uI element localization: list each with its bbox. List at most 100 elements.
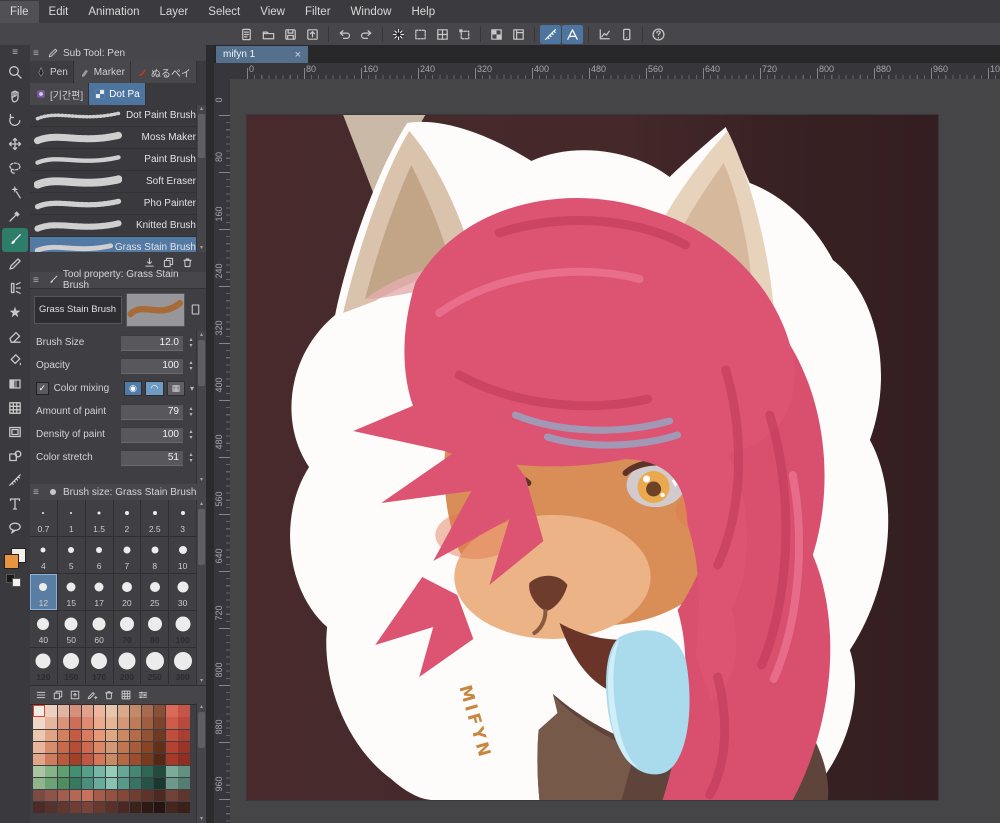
color-swatch[interactable] <box>33 717 45 729</box>
color-swatch[interactable] <box>166 753 178 765</box>
color-swatch[interactable] <box>142 765 154 778</box>
trash-button[interactable] <box>181 256 194 269</box>
color-swatch[interactable] <box>57 741 69 753</box>
tool-gradient[interactable] <box>2 372 28 396</box>
stepper[interactable]: ▴ ▾ <box>186 360 196 372</box>
transform-button[interactable] <box>454 25 475 44</box>
foreground-color-swatch[interactable] <box>4 554 19 569</box>
color-swatch[interactable] <box>130 777 142 790</box>
color-swatch[interactable] <box>130 789 142 802</box>
color-swatch[interactable] <box>69 765 81 778</box>
brush-size-scrollbar[interactable]: ▴ ▾ <box>196 500 206 685</box>
tool-strip-menu-icon[interactable]: ≡ <box>0 45 30 60</box>
brush-size-50[interactable]: 50 <box>57 611 85 647</box>
color-swatch[interactable] <box>166 802 178 814</box>
tool-table-grid[interactable] <box>2 396 28 420</box>
color-swatch[interactable] <box>69 789 81 802</box>
color-swatch[interactable] <box>154 789 166 802</box>
new-file-button[interactable] <box>236 25 257 44</box>
color-swatch[interactable] <box>130 765 142 778</box>
color-swatch[interactable] <box>45 741 57 753</box>
brush-size-1.5[interactable]: 1.5 <box>85 500 113 536</box>
brush-size-6[interactable]: 6 <box>85 537 113 573</box>
color-swatch[interactable] <box>45 753 57 765</box>
color-swatch[interactable] <box>33 705 45 717</box>
color-swatch[interactable] <box>45 717 57 729</box>
brush-size-120[interactable]: 120 <box>30 648 57 684</box>
menu-animation[interactable]: Animation <box>78 1 149 23</box>
color-swatch[interactable] <box>105 705 118 717</box>
brush-size-5[interactable]: 5 <box>57 537 85 573</box>
subtool-tab-item[interactable]: [기간편] <box>30 83 90 105</box>
color-swatch[interactable] <box>69 717 81 729</box>
color-swatch[interactable] <box>57 789 69 802</box>
color-swatch[interactable] <box>93 705 106 717</box>
color-swatch[interactable] <box>93 753 106 765</box>
color-swatch[interactable] <box>93 729 106 741</box>
color-swatch[interactable] <box>33 729 45 741</box>
menu-help[interactable]: Help <box>401 1 445 23</box>
color-swatch[interactable] <box>81 777 93 790</box>
brush-size-30[interactable]: 30 <box>169 574 196 610</box>
color-swatch[interactable] <box>117 765 130 778</box>
color-swatch[interactable] <box>81 789 93 802</box>
property-slider-opacity[interactable]: 100 <box>121 357 183 374</box>
artwork-canvas[interactable]: MIFYN <box>247 115 938 800</box>
color-swatch[interactable] <box>105 729 118 741</box>
subtool-tab-marker[interactable]: Marker <box>73 61 131 83</box>
subtool-tab-pen[interactable]: Pen <box>30 61 74 83</box>
color-swatch[interactable] <box>93 765 106 778</box>
color-swatch[interactable] <box>166 777 178 790</box>
mix-mode-button[interactable]: ◉ <box>123 381 143 396</box>
brush-item-knitted-brush[interactable]: Knitted Brush <box>30 215 206 237</box>
color-swatch[interactable] <box>45 765 57 778</box>
pen-add-button[interactable] <box>86 689 98 701</box>
export-file-button[interactable] <box>302 25 323 44</box>
tool-text[interactable] <box>2 492 28 516</box>
color-swatch[interactable] <box>142 717 154 729</box>
download-button[interactable] <box>143 256 156 269</box>
canvas-viewport[interactable]: MIFYN <box>230 79 1000 823</box>
color-swatch[interactable] <box>81 765 93 778</box>
color-swatch[interactable] <box>33 777 45 790</box>
color-swatch[interactable] <box>117 729 130 741</box>
save-file-button[interactable] <box>280 25 301 44</box>
color-swatch[interactable] <box>178 753 190 765</box>
color-swatch[interactable] <box>166 717 178 729</box>
color-swatch[interactable] <box>142 729 154 741</box>
color-swatch[interactable] <box>57 717 69 729</box>
brush-size-12[interactable]: 12 <box>30 574 57 610</box>
color-swatch[interactable] <box>166 741 178 753</box>
brush-size-100[interactable]: 100 <box>169 611 196 647</box>
brush-item-paint-brush[interactable]: Paint Brush <box>30 149 206 171</box>
property-slider-color-stretch[interactable]: 51 <box>121 449 183 466</box>
selected-subtool-chip[interactable]: Grass Stain Brush <box>34 295 123 324</box>
panel-menu-icon[interactable]: ≡ <box>33 275 43 286</box>
up-box-button[interactable] <box>69 689 81 701</box>
tool-frame-border[interactable] <box>2 420 28 444</box>
color-swatch[interactable] <box>154 753 166 765</box>
color-swatch[interactable] <box>57 765 69 778</box>
brush-size-200[interactable]: 200 <box>113 648 141 684</box>
color-swatch[interactable] <box>178 765 190 778</box>
color-swatch[interactable] <box>69 705 81 717</box>
menu-select[interactable]: Select <box>198 1 250 23</box>
brush-size-300[interactable]: 300 <box>169 648 196 684</box>
color-swatch[interactable] <box>142 741 154 753</box>
color-swatch[interactable] <box>166 705 178 717</box>
color-swatch[interactable] <box>33 741 45 753</box>
tool-move[interactable] <box>2 132 28 156</box>
brush-size-80[interactable]: 80 <box>141 611 169 647</box>
tool-hand[interactable] <box>2 84 28 108</box>
palette-scrollbar[interactable]: ▴ ▾ <box>196 703 206 823</box>
table-grid-button[interactable] <box>120 689 132 701</box>
help-button[interactable] <box>648 25 669 44</box>
stepper[interactable]: ▴ ▾ <box>186 406 196 418</box>
color-swatch[interactable] <box>33 789 45 802</box>
color-swatch[interactable] <box>166 789 178 802</box>
color-swatch[interactable] <box>154 777 166 790</box>
tool-eraser[interactable] <box>2 324 28 348</box>
mix-curve-button[interactable]: ◠ <box>145 381 164 396</box>
color-swatch[interactable] <box>105 777 118 790</box>
brush-size-2[interactable]: 2 <box>113 500 141 536</box>
